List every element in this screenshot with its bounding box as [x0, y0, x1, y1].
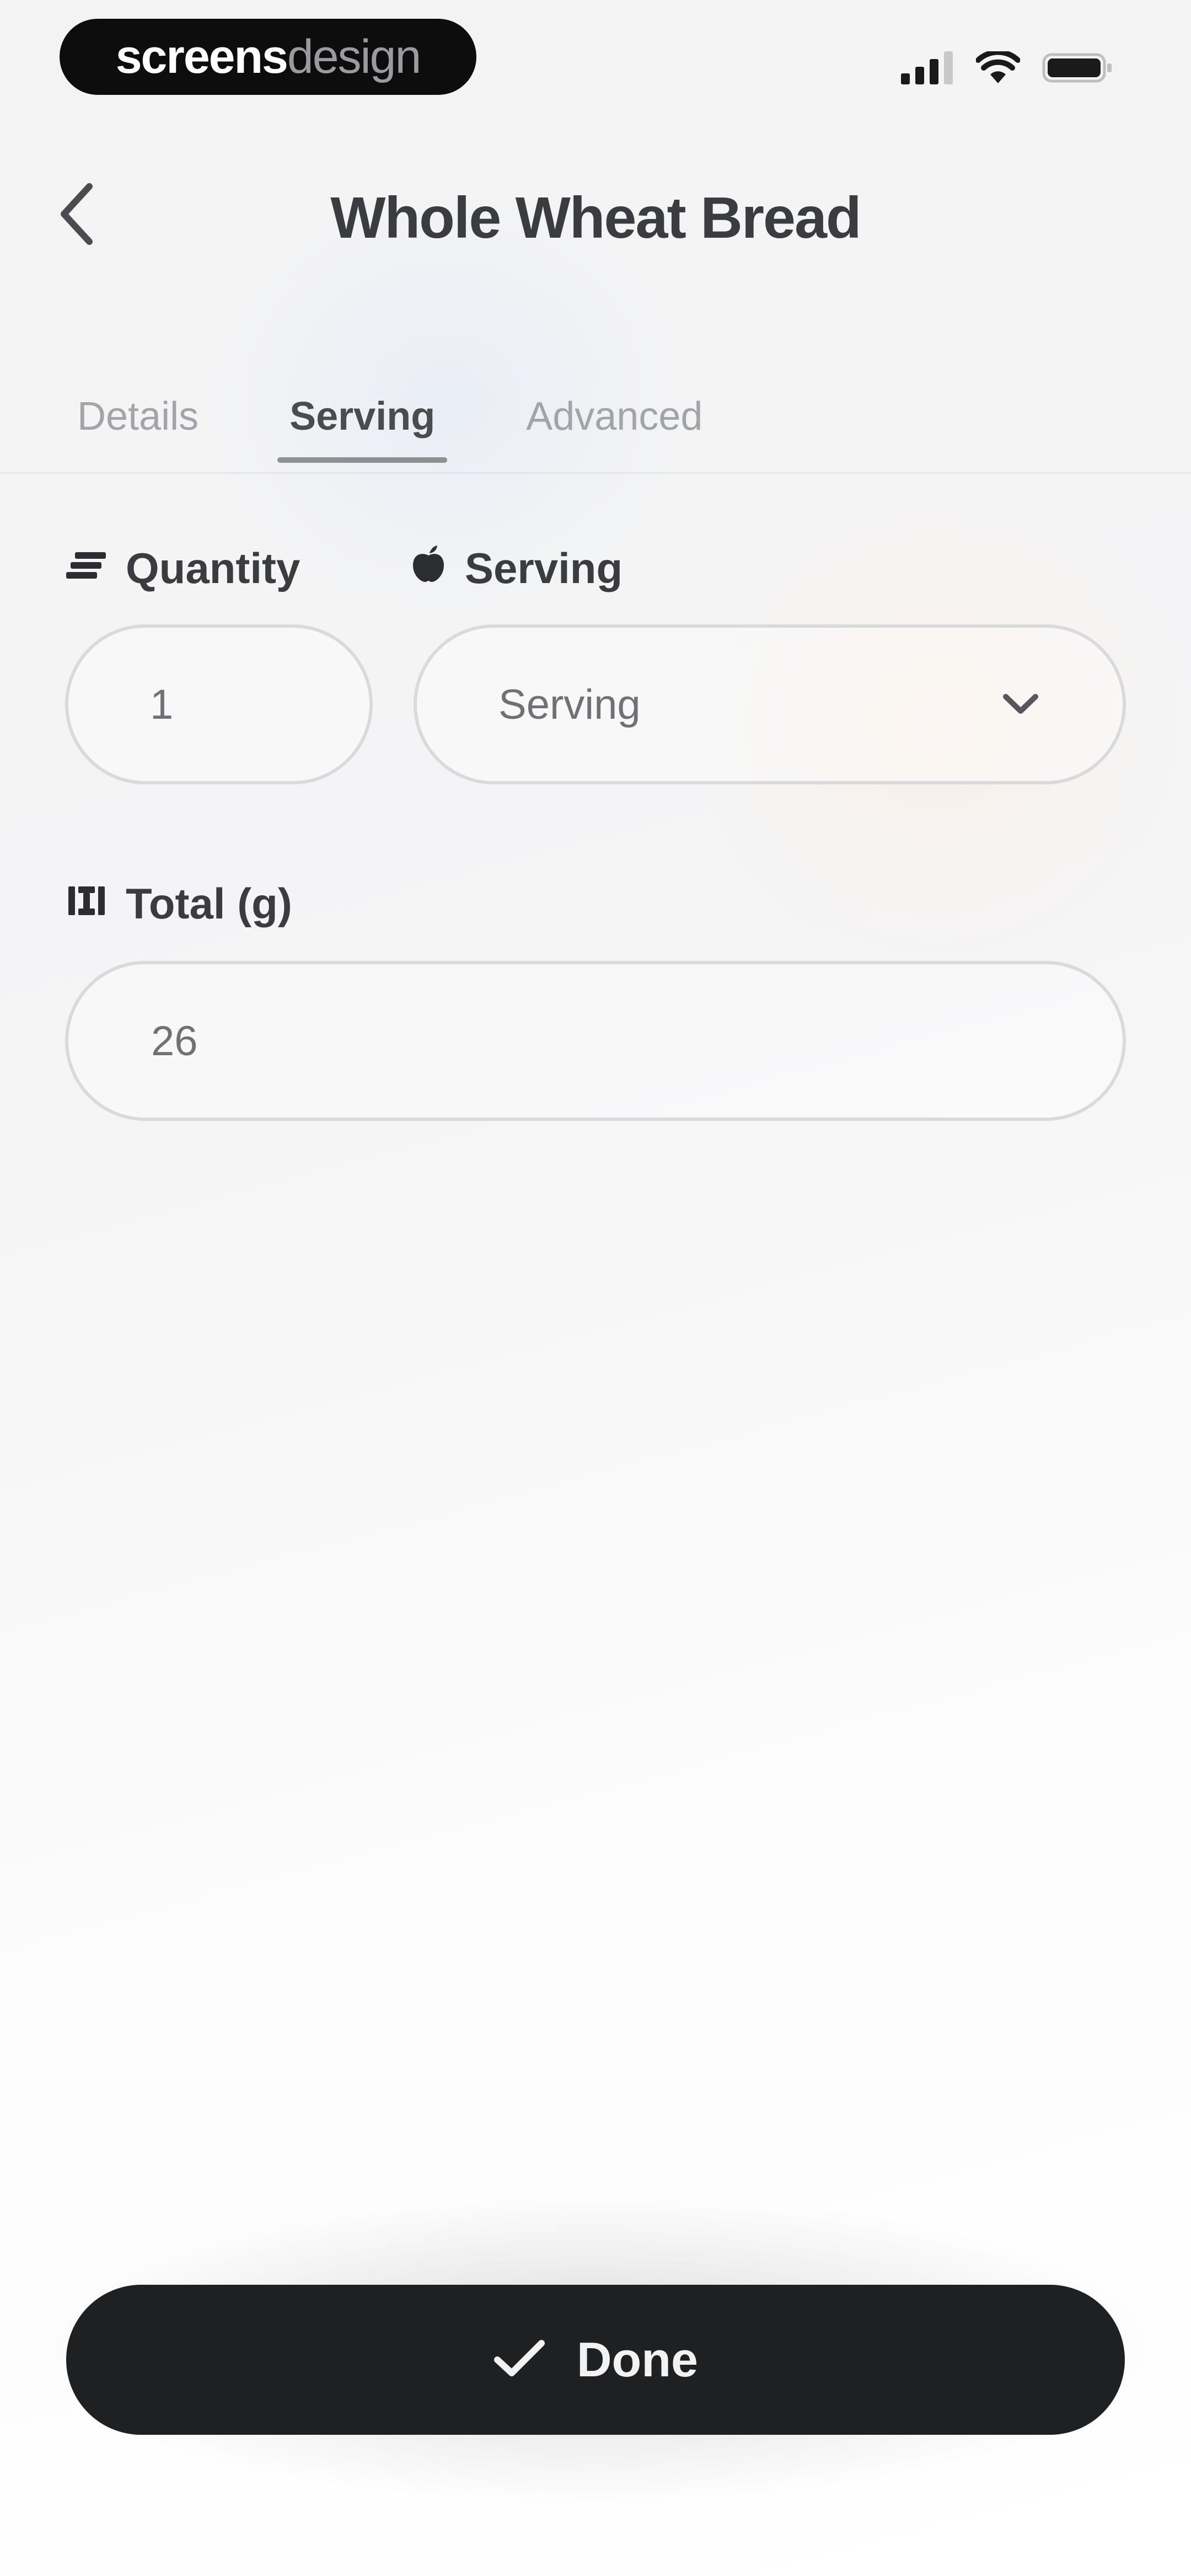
total-label-text: Total (g) [126, 879, 292, 928]
done-button-label: Done [577, 2332, 698, 2387]
quantity-value: 1 [150, 681, 174, 728]
brand-text-screens: screens [115, 30, 288, 83]
tabs-divider [0, 472, 1191, 474]
cellular-signal-icon [901, 51, 954, 87]
brand-text-design: design [287, 30, 421, 83]
stack-icon [66, 541, 107, 596]
total-label: Total (g) [66, 876, 292, 931]
quantity-label: Quantity [66, 541, 300, 596]
done-button[interactable]: Done [66, 2285, 1125, 2435]
serving-selected-value: Serving [498, 681, 641, 728]
brand-logo: screens design [60, 19, 476, 95]
battery-icon [1042, 51, 1114, 87]
total-input[interactable]: 26 [65, 961, 1126, 1121]
chevron-down-icon [1001, 692, 1040, 717]
tab-bar: Details Serving Advanced [77, 389, 793, 463]
status-icons [901, 49, 1114, 88]
serving-select[interactable]: Serving [414, 624, 1126, 784]
checkmark-icon [493, 2338, 546, 2382]
serving-label: Serving [411, 541, 623, 596]
quantity-label-text: Quantity [126, 544, 301, 592]
tab-advanced[interactable]: Advanced [526, 389, 702, 463]
tab-details[interactable]: Details [77, 389, 198, 463]
tab-serving[interactable]: Serving [277, 389, 448, 463]
wifi-icon [975, 49, 1021, 87]
total-value: 26 [151, 1017, 198, 1065]
page-title: Whole Wheat Bread [330, 185, 861, 250]
quantity-input[interactable]: 1 [65, 624, 373, 784]
scale-icon [66, 876, 107, 931]
apple-icon [411, 541, 446, 596]
serving-label-text: Serving [465, 544, 623, 592]
